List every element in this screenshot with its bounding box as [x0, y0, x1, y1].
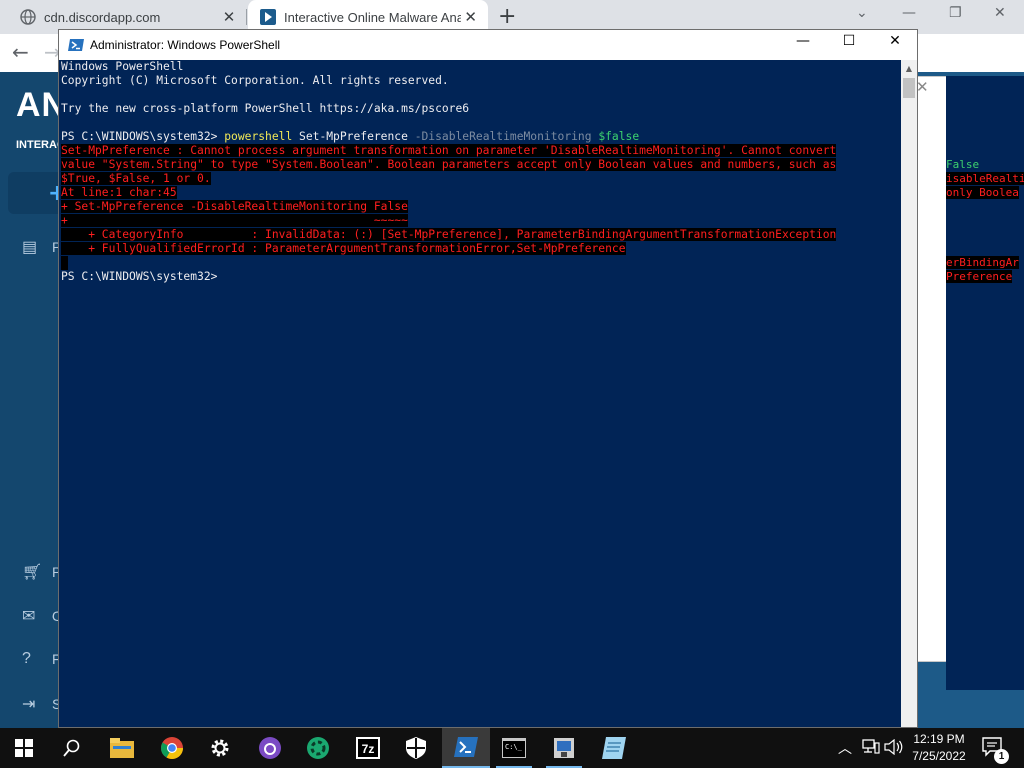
- network-app-icon[interactable]: [540, 728, 588, 768]
- clock-date: 7/25/2022: [912, 749, 966, 763]
- console-prompt: PS C:\WINDOWS\system32>: [61, 270, 218, 283]
- error-line: + CategoryInfo : InvalidData: (:) [Set-M…: [61, 228, 837, 242]
- error-text: At line:1 char:45: [61, 186, 177, 199]
- search-icon[interactable]: [48, 728, 96, 768]
- error-text: Set-MpPreference : Cannot process argume…: [61, 144, 837, 157]
- browser-close-icon[interactable]: ✕: [994, 5, 1006, 21]
- site-sidebar: [0, 72, 60, 728]
- window-titlebar[interactable]: Administrator: Windows PowerShell — ☐ ✕: [59, 30, 917, 60]
- scroll-up-icon[interactable]: ▲: [901, 60, 917, 77]
- clock-time: 12:19 PM: [913, 732, 965, 746]
- prompt-text: PS C:\WINDOWS\system32>: [61, 130, 225, 143]
- error-line: + ~~~~~: [61, 214, 408, 228]
- help-icon: ?: [22, 650, 31, 667]
- bg-console-line: False: [946, 158, 980, 171]
- error-line: Set-MpPreference : Cannot process argume…: [61, 144, 837, 158]
- command-exe: powershell: [224, 130, 293, 143]
- error-text: value "System.String" to type "System.Bo…: [61, 158, 837, 171]
- logout-icon: ⇥: [22, 696, 36, 713]
- browser-restore-icon[interactable]: ❐: [949, 5, 962, 21]
- sidebar-item-public[interactable]: ▤ P: [22, 237, 62, 257]
- vertical-scrollbar[interactable]: ▲: [901, 60, 917, 727]
- error-line: $True, $False, 1 or 0.: [61, 172, 211, 186]
- volume-icon[interactable]: [884, 738, 904, 768]
- cart-icon: 🛒︎: [22, 564, 43, 581]
- bg-console-line: only Boolea: [946, 186, 1019, 199]
- chrome-icon[interactable]: [148, 728, 196, 768]
- shield-icon[interactable]: [392, 728, 440, 768]
- error-line: + FullyQualifiedErrorId : ParameterArgum…: [61, 242, 626, 256]
- chevron-up-icon[interactable]: ︿: [838, 738, 852, 768]
- new-tab-button[interactable]: +: [498, 4, 516, 29]
- browser-minimize-icon[interactable]: —: [902, 5, 916, 21]
- command-value: $false: [598, 130, 640, 143]
- file-explorer-icon[interactable]: [98, 728, 146, 768]
- file-icon: ▤: [22, 239, 38, 256]
- window-title: Administrator: Windows PowerShell: [90, 38, 281, 52]
- close-button[interactable]: ✕: [872, 33, 918, 57]
- network-icon[interactable]: [862, 739, 880, 768]
- console-line: Copyright (C) Microsoft Corporation. All…: [61, 74, 449, 87]
- tab-close-icon[interactable]: ✕: [461, 8, 480, 26]
- svg-text:7z: 7z: [362, 742, 375, 756]
- tab-title: cdn.discordapp.com: [44, 9, 161, 25]
- chevron-down-icon[interactable]: ⌄: [856, 5, 868, 21]
- bg-console-line: Preference: [946, 270, 1013, 283]
- tab-title: Interactive Online Malware Analy: [284, 9, 462, 25]
- bg-console-line: erBindingAr: [946, 256, 1019, 269]
- globe-icon: [20, 9, 36, 25]
- notepad-icon[interactable]: [590, 728, 638, 768]
- console-line: Try the new cross-platform PowerShell ht…: [61, 102, 470, 115]
- console-output[interactable]: Windows PowerShell Copyright (C) Microso…: [60, 60, 900, 727]
- background-console: False isableRealti only Boolea erBinding…: [946, 76, 1024, 690]
- error-line: At line:1 char:45: [61, 186, 177, 200]
- tab-divider: [246, 9, 247, 25]
- sidebar-item-contacts[interactable]: ✉ C: [22, 606, 62, 626]
- console-line: Windows PowerShell: [61, 60, 184, 73]
- sidebar-item-signout[interactable]: ⇥ S: [22, 694, 62, 714]
- settings-icon[interactable]: [196, 728, 244, 768]
- bg-console-line: isableRealti: [946, 172, 1024, 185]
- command-parameter: -DisableRealtimeMonitoring: [414, 130, 599, 143]
- command-cmdlet: Set-MpPreference: [292, 130, 415, 143]
- error-line: + Set-MpPreference -DisableRealtimeMonit…: [61, 200, 408, 214]
- powershell-icon: [68, 39, 84, 51]
- command-line: PS C:\WINDOWS\system32> powershell Set-M…: [61, 130, 639, 144]
- sidebar-item-faq[interactable]: ? F: [22, 650, 62, 668]
- svg-text:C:\_: C:\_: [505, 743, 523, 751]
- start-button-icon[interactable]: [0, 728, 48, 768]
- scrollbar-thumb[interactable]: [903, 78, 915, 98]
- app-circle-icon[interactable]: [294, 728, 342, 768]
- taskbar-clock[interactable]: 12:19 PM 7/25/2022: [904, 731, 974, 765]
- powershell-icon[interactable]: [442, 728, 490, 768]
- error-text: + ~~~~~: [61, 214, 408, 227]
- tab-close-icon[interactable]: ✕: [219, 8, 239, 26]
- cmd-icon[interactable]: C:\_: [490, 728, 538, 768]
- powershell-window[interactable]: Administrator: Windows PowerShell — ☐ ✕ …: [58, 29, 918, 728]
- 7zip-icon[interactable]: 7z: [344, 728, 392, 768]
- error-line: value "System.String" to type "System.Bo…: [61, 158, 837, 172]
- error-text: + Set-MpPreference -DisableRealtimeMonit…: [61, 200, 408, 213]
- notification-badge: 1: [994, 749, 1009, 764]
- maximize-button[interactable]: ☐: [826, 33, 872, 57]
- error-text: + FullyQualifiedErrorId : ParameterArgum…: [61, 242, 626, 255]
- anyrun-icon: [260, 9, 276, 25]
- minimize-button[interactable]: —: [780, 33, 826, 57]
- mail-icon: ✉: [22, 608, 36, 625]
- error-text: $True, $False, 1 or 0.: [61, 172, 211, 185]
- github-icon[interactable]: [246, 728, 294, 768]
- sidebar-item-pricing[interactable]: 🛒︎ P: [22, 562, 62, 582]
- error-text: + CategoryInfo : InvalidData: (:) [Set-M…: [61, 228, 837, 241]
- back-arrow-icon[interactable]: ←: [12, 40, 29, 64]
- console-cursor: [61, 256, 68, 270]
